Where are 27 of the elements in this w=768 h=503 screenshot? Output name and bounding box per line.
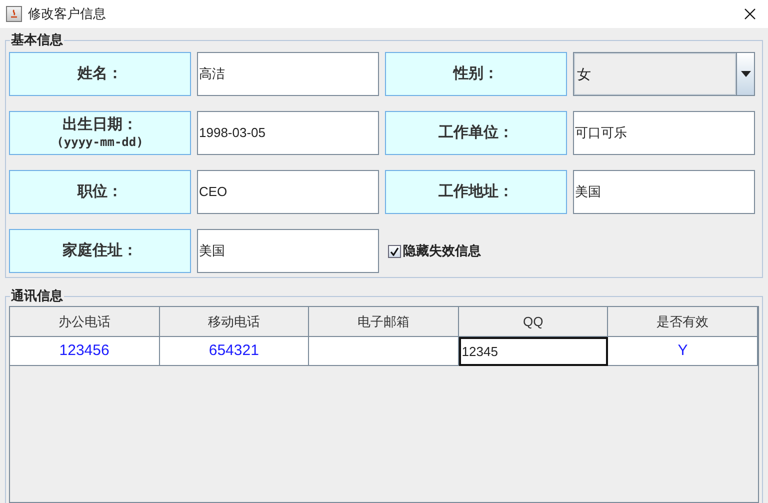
cell-editor[interactable]: 12345 — [458, 337, 608, 366]
field-label: 性别： — [385, 52, 567, 96]
gender-dropdown[interactable]: 女 — [573, 52, 755, 96]
table-cell: 123456 — [10, 337, 160, 366]
text-field[interactable]: 1998-03-05 — [197, 111, 379, 155]
text-field[interactable]: CEO — [197, 170, 379, 214]
table-cell: Y — [608, 337, 758, 366]
app-icon — [6, 6, 22, 22]
table-cell: 654321 — [160, 337, 310, 366]
field-label: 工作地址： — [385, 170, 567, 214]
field-label: 姓名： — [9, 52, 191, 96]
text-field[interactable]: 高洁 — [197, 52, 379, 96]
window-title: 修改客户信息 — [28, 5, 106, 24]
text-field[interactable]: 可口可乐 — [573, 111, 755, 155]
check-icon — [390, 246, 399, 256]
close-button[interactable] — [742, 6, 758, 22]
field-label: 工作单位： — [385, 111, 567, 155]
caret-icon — [736, 53, 754, 95]
field-label: 出生日期： (yyyy-mm-dd) — [9, 111, 191, 155]
text-field[interactable]: 美国 — [573, 170, 755, 214]
group-title: 基本信息 — [10, 33, 64, 46]
text-field[interactable]: 美国 — [197, 229, 379, 273]
field-label: 家庭住址： — [9, 229, 191, 273]
column-header[interactable]: QQ — [458, 307, 608, 337]
hide-invalid-checkbox[interactable]: 隐藏失效信息 — [385, 229, 755, 273]
field-label: 职位： — [9, 170, 191, 214]
group-title: 通讯信息 — [10, 289, 64, 302]
